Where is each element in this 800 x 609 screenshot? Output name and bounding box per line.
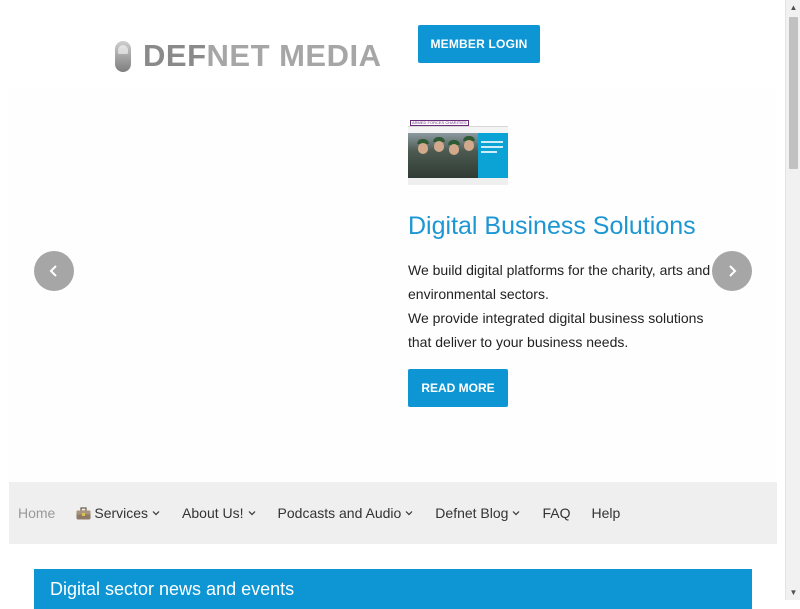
nav-item-services[interactable]: Services: [76, 505, 161, 521]
chevron-down-icon: [248, 511, 255, 516]
briefcase-icon: [76, 506, 91, 520]
chevron-down-icon: [152, 511, 160, 516]
slide-text-line1: We build digital platforms for the chari…: [408, 262, 711, 302]
logo-wordmark: DEFNET MEDIA: [143, 38, 382, 73]
slide-description: We build digital platforms for the chari…: [408, 258, 728, 354]
nav-item-podcasts[interactable]: Podcasts and Audio: [278, 505, 415, 521]
scroll-up-icon[interactable]: ▲: [786, 0, 800, 15]
nav-item-faq[interactable]: FAQ: [542, 505, 570, 521]
nav-item-about-us[interactable]: About Us!: [182, 505, 256, 521]
nav-item-help[interactable]: Help: [591, 505, 620, 521]
chevron-down-icon: [405, 511, 413, 516]
read-more-button[interactable]: READ MORE: [408, 369, 508, 407]
scrollbar-thumb[interactable]: [789, 17, 798, 169]
slide-thumbnail-image[interactable]: ARMED FORCES CHARITIES: [408, 119, 508, 185]
scroll-down-icon[interactable]: ▼: [786, 585, 800, 600]
hero-slider: ARMED FORCES CHARITIES Digital Business …: [9, 88, 777, 482]
logo-pill-icon: [115, 40, 131, 72]
page-scrollbar[interactable]: ▲ ▼: [785, 0, 800, 600]
nav-item-home[interactable]: Home: [18, 505, 55, 521]
chevron-down-icon: [513, 511, 520, 516]
member-login-button[interactable]: MEMBER LOGIN: [418, 25, 540, 63]
nav-item-defnet-blog[interactable]: Defnet Blog: [435, 505, 521, 521]
thumbnail-tag: ARMED FORCES CHARITIES: [410, 120, 469, 126]
slider-next-button[interactable]: [712, 251, 752, 291]
news-heading: Digital sector news and events: [50, 579, 295, 599]
slide-title: Digital Business Solutions: [408, 212, 696, 240]
site-logo[interactable]: DEFNET MEDIA: [115, 38, 382, 74]
main-nav: Home Services About Us! Podcasts and Aud…: [9, 482, 777, 544]
chevron-right-icon: [729, 265, 737, 277]
chevron-left-icon: [49, 265, 57, 277]
slide-text-line2: We provide integrated digital business s…: [408, 310, 704, 350]
news-section-header: Digital sector news and events: [34, 569, 752, 609]
slider-prev-button[interactable]: [34, 251, 74, 291]
